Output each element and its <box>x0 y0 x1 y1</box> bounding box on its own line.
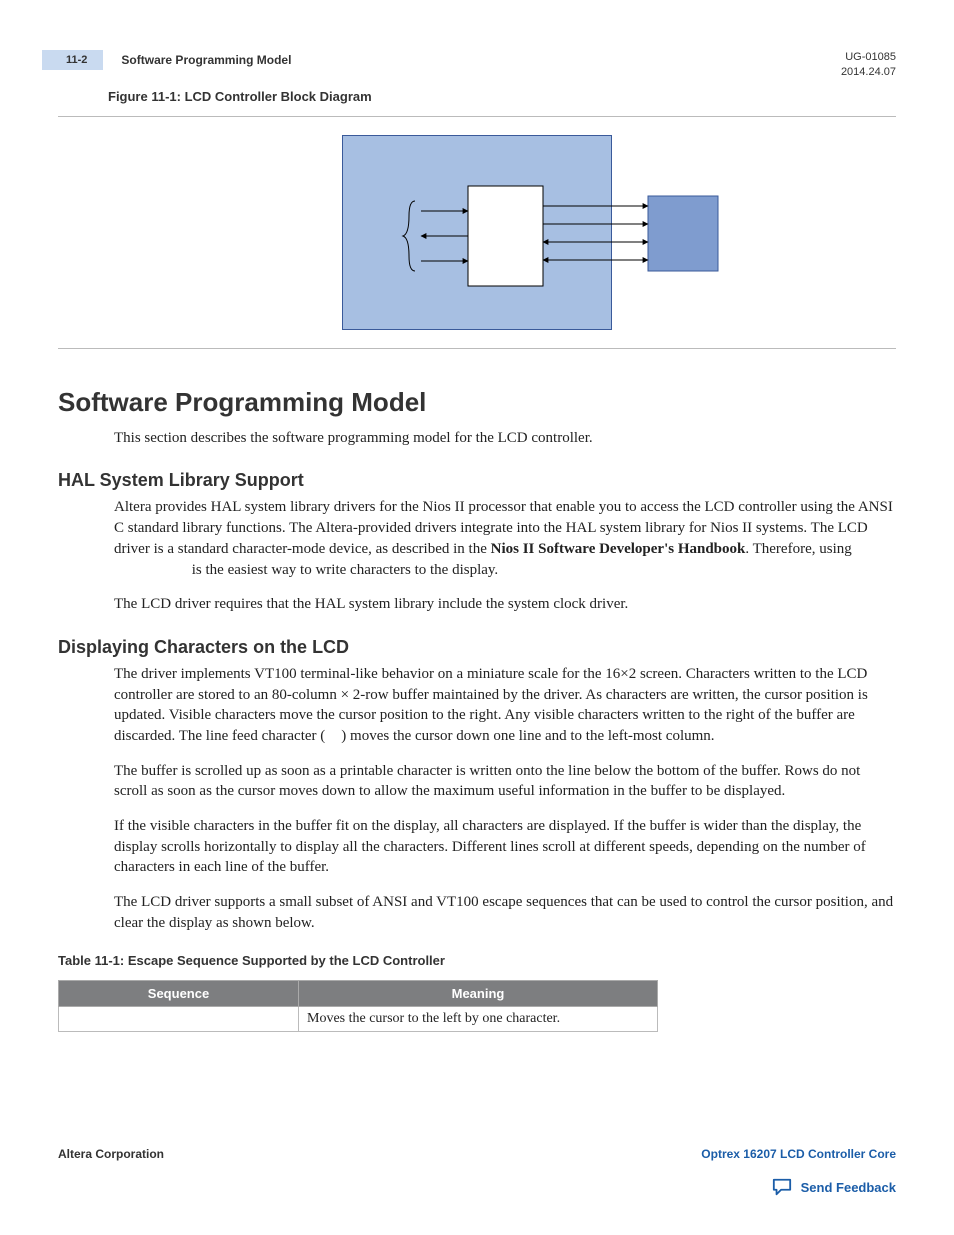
hal-handbook-ref: Nios II Software Developer's Handbook <box>491 541 746 557</box>
display-heading: Displaying Characters on the LCD <box>58 637 896 658</box>
disp-p3: If the visible characters in the buffer … <box>114 816 896 878</box>
figure-area <box>58 116 896 349</box>
footer-company: Altera Corporation <box>58 1147 164 1161</box>
col-sequence: Sequence <box>59 981 299 1007</box>
cell-sequence <box>59 1007 299 1032</box>
disp-p4: The LCD driver supports a small subset o… <box>114 892 896 933</box>
table-caption: Table 11-1: Escape Sequence Supported by… <box>58 953 896 968</box>
send-feedback-link[interactable]: Send Feedback <box>58 1177 896 1197</box>
figure-caption: Figure 11-1: LCD Controller Block Diagra… <box>108 89 896 104</box>
section-heading-major: Software Programming Model <box>58 387 896 418</box>
escape-sequence-table: Sequence Meaning Moves the cursor to the… <box>58 980 658 1032</box>
doc-id: UG-01085 <box>841 50 896 65</box>
hal-heading: HAL System Library Support <box>58 470 896 491</box>
disp-p2: The buffer is scrolled up as soon as a p… <box>114 761 896 802</box>
col-meaning: Meaning <box>299 981 658 1007</box>
doc-date: 2014.24.07 <box>841 65 896 80</box>
hal-p1-b: . Therefore, using <box>745 541 851 557</box>
header-left: 11-2 Software Programming Model <box>58 50 291 70</box>
page-number-tag: 11-2 <box>42 50 103 70</box>
page-footer: Altera Corporation Optrex 16207 LCD Cont… <box>58 1147 896 1197</box>
diagram-right <box>343 136 743 331</box>
table-header-row: Sequence Meaning <box>59 981 658 1007</box>
feedback-icon <box>771 1177 793 1197</box>
cell-meaning: Moves the cursor to the left by one char… <box>299 1007 658 1032</box>
section-intro: This section describes the software prog… <box>114 428 896 449</box>
footer-line: Altera Corporation Optrex 16207 LCD Cont… <box>58 1147 896 1161</box>
hal-p1-c: is the easiest way to write characters t… <box>188 562 498 578</box>
feedback-label: Send Feedback <box>801 1180 896 1195</box>
disp-p1-b: ) moves the cursor down one line and to … <box>341 728 714 744</box>
header-right: UG-01085 2014.24.07 <box>841 50 896 81</box>
block-diagram <box>342 135 612 330</box>
table-row: Moves the cursor to the left by one char… <box>59 1007 658 1032</box>
ext-block <box>648 196 718 271</box>
running-header-title: Software Programming Model <box>121 53 291 67</box>
page-header: 11-2 Software Programming Model UG-01085… <box>58 50 896 81</box>
footer-core-link[interactable]: Optrex 16207 LCD Controller Core <box>701 1147 896 1161</box>
disp-p1: The driver implements VT100 terminal-lik… <box>114 664 896 747</box>
hal-p1: Altera provides HAL system library drive… <box>114 497 896 580</box>
hal-p2: The LCD driver requires that the HAL sys… <box>114 594 896 615</box>
